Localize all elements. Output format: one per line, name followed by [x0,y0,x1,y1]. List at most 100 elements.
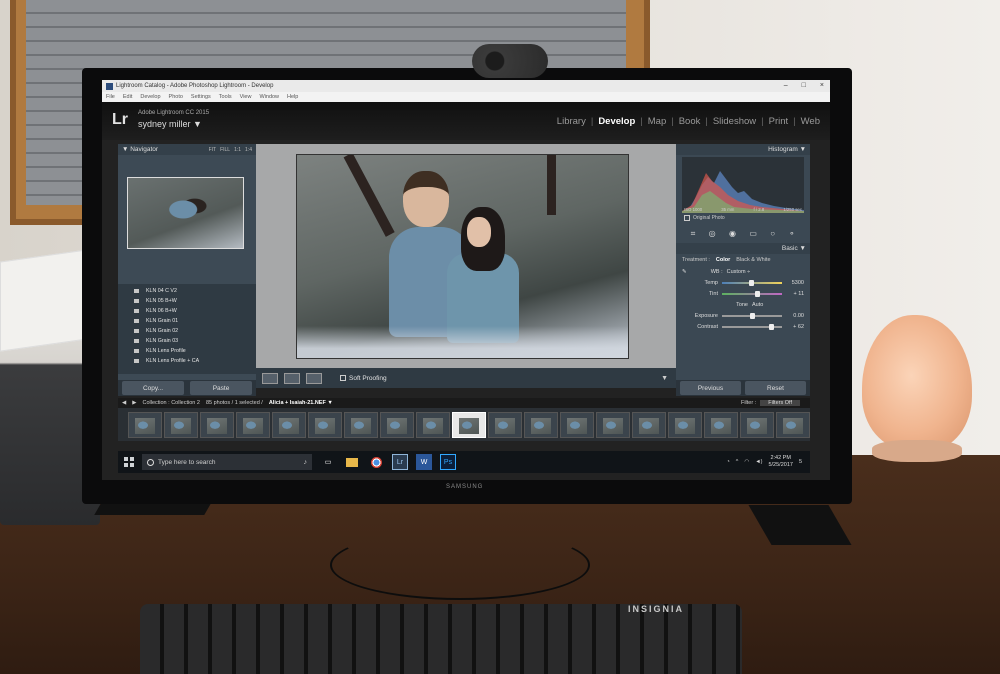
notification-icon[interactable]: 5 [799,459,802,465]
menu-view[interactable]: View [240,94,252,100]
filmstrip-thumbnail[interactable] [560,411,594,438]
contrast-knob[interactable] [768,323,774,330]
volume-icon[interactable]: ◄) [755,459,762,465]
wb-select[interactable]: Custom ÷ [727,269,751,275]
wifi-icon[interactable]: ◠ [744,459,749,465]
zoom-fill[interactable]: FILL [220,147,230,153]
temp-value[interactable]: 5300 [782,280,804,286]
preset-item[interactable]: KLN Grain 01 [134,316,256,326]
zoom-ratio[interactable]: 1:4 [245,147,252,153]
treatment-color[interactable]: Color [716,257,730,263]
contrast-value[interactable]: + 62 [782,324,804,330]
filmstrip-thumbnail[interactable] [308,411,342,438]
tone-auto-button[interactable]: Auto [752,302,763,308]
chrome-icon[interactable] [368,454,384,470]
filmstrip-thumbnail[interactable] [632,411,666,438]
filmstrip-thumbnail[interactable] [416,411,450,438]
menu-settings[interactable]: Settings [191,94,211,100]
crop-icon[interactable]: ⌗ [691,229,696,239]
filmstrip-thumbnail[interactable] [740,411,774,438]
filmstrip-thumbnail[interactable] [344,411,378,438]
menu-help[interactable]: Help [287,94,298,100]
back-arrow-icon[interactable]: ◀ [122,400,126,406]
red-eye-icon[interactable]: ◉ [729,229,736,239]
zoom-1-1[interactable]: 1:1 [234,147,241,153]
minimize-icon[interactable]: – [784,80,788,92]
menu-tools[interactable]: Tools [219,94,232,100]
tint-value[interactable]: + 11 [782,291,804,297]
reset-button[interactable]: Reset [745,381,806,395]
module-map[interactable]: Map [648,116,666,127]
filmstrip-thumbnail[interactable] [380,411,414,438]
microphone-icon[interactable]: ♪ [304,459,308,466]
menu-develop[interactable]: Develop [140,94,160,100]
module-develop[interactable]: Develop [598,116,635,127]
previous-button[interactable]: Previous [680,381,741,395]
user-name[interactable]: sydney miller ▼ [138,119,202,129]
preset-item[interactable]: KLN 04 C V2 [134,286,256,296]
radial-filter-icon[interactable]: ○ [770,229,775,239]
module-slideshow[interactable]: Slideshow [713,116,756,127]
preset-item[interactable]: KLN 06 B+W [134,306,256,316]
close-icon[interactable]: × [820,80,824,92]
menu-edit[interactable]: Edit [123,94,132,100]
windows-start-icon[interactable] [124,457,134,467]
image-viewer[interactable] [256,144,676,368]
compare-view-button[interactable] [306,372,322,384]
navigator-header[interactable]: ▼ Navigator FIT FILL 1:1 1:4 [118,144,256,155]
original-photo-toggle[interactable]: Original Photo [676,213,810,223]
main-photo[interactable] [296,154,629,359]
menu-file[interactable]: File [106,94,115,100]
temp-slider[interactable] [722,279,782,286]
filmstrip-thumbnail[interactable] [488,411,522,438]
menu-window[interactable]: Window [259,94,279,100]
paste-button[interactable]: Paste [190,381,252,395]
chevron-up-icon[interactable]: ^ [736,459,739,465]
filmstrip-thumbnail[interactable] [596,411,630,438]
word-icon[interactable]: W [416,454,432,470]
treatment-bw[interactable]: Black & White [736,257,770,263]
preset-item[interactable]: KLN Grain 03 [134,336,256,346]
clock[interactable]: 2:42 PM 5/25/2017 [768,455,792,469]
preset-item[interactable]: KLN 05 B+W [134,296,256,306]
preset-item[interactable]: KLN Grain 02 [134,326,256,336]
tint-slider[interactable] [722,290,782,297]
forward-arrow-icon[interactable]: ▶ [132,400,136,406]
histogram[interactable]: ISO 1000 35 mm f / 2.8 1/250 sec [682,157,804,213]
temp-knob[interactable] [749,279,754,286]
file-explorer-icon[interactable] [344,454,360,470]
graduated-filter-icon[interactable]: ▭ [749,229,757,239]
preset-item[interactable]: KLN Lens Profile [134,346,256,356]
module-library[interactable]: Library [557,116,586,127]
filmstrip-thumbnail[interactable] [524,411,558,438]
photoshop-icon[interactable]: Ps [440,454,456,470]
menu-photo[interactable]: Photo [169,94,183,100]
preset-item[interactable]: KLN Lens Profile + CA [134,356,256,366]
soft-proofing-toggle[interactable]: Soft Proofing [340,375,387,382]
loupe-view-button[interactable] [262,372,278,384]
filter-select[interactable]: Filters Off [760,400,800,406]
copy-button[interactable]: Copy... [122,381,184,395]
filmstrip-thumbnail[interactable] [236,411,270,438]
zoom-fit[interactable]: FIT [209,147,217,153]
module-web[interactable]: Web [801,116,820,127]
filmstrip-thumbnail[interactable] [272,411,306,438]
filmstrip-thumbnail[interactable] [164,411,198,438]
task-view-icon[interactable]: ▭ [320,454,336,470]
filmstrip-thumbnail[interactable] [200,411,234,438]
exposure-knob[interactable] [750,312,756,319]
filmstrip-thumbnail[interactable] [668,411,702,438]
tint-knob[interactable] [755,290,760,297]
histogram-header[interactable]: Histogram ▼ [676,144,810,155]
filmstrip-thumbnail[interactable] [776,411,810,438]
soft-proofing-checkbox[interactable] [340,375,346,381]
search-placeholder[interactable]: Type here to search [158,459,300,466]
collection-label[interactable]: Collection : Collection 2 [142,400,199,406]
filmstrip-thumbnail[interactable] [128,411,162,438]
adjustment-brush-icon[interactable]: ⚬ [789,229,796,239]
network-icon[interactable]: ◔ [726,459,729,465]
spot-removal-icon[interactable]: ◎ [709,229,716,239]
navigator-preview[interactable] [127,177,244,249]
exposure-slider[interactable] [722,312,782,319]
taskbar-search[interactable]: Type here to search ♪ [142,454,312,470]
